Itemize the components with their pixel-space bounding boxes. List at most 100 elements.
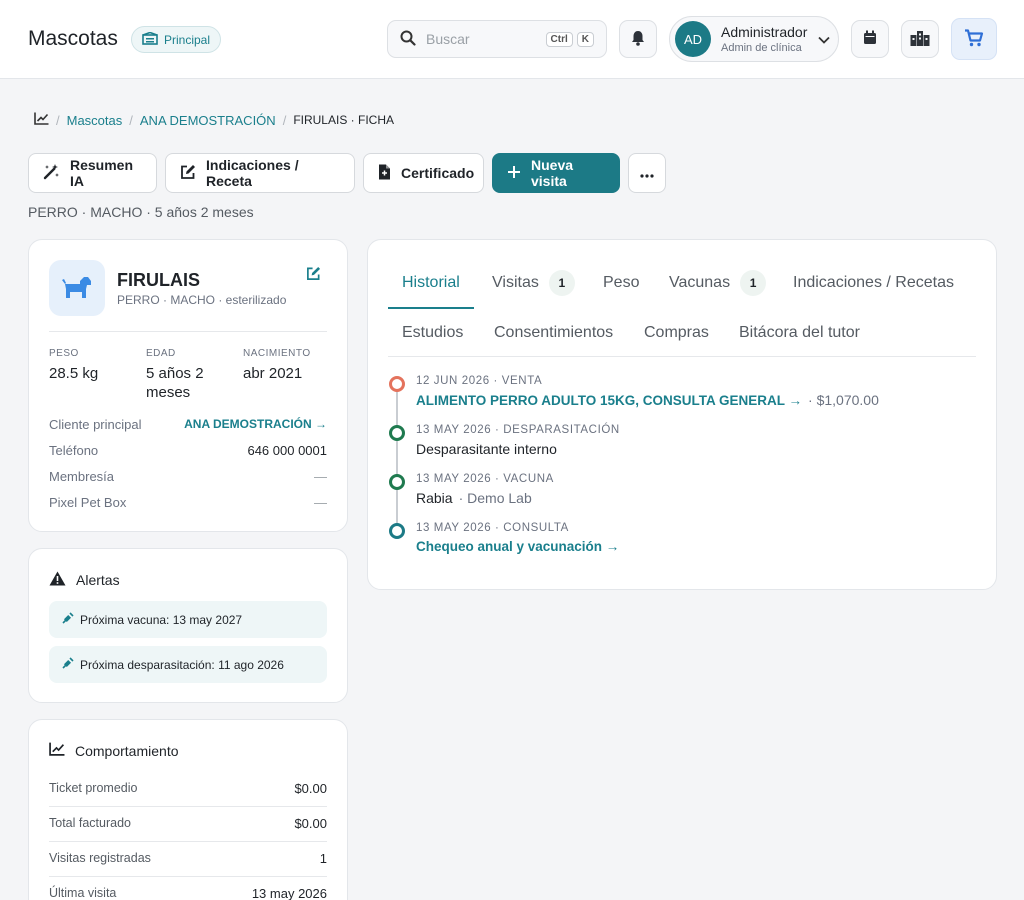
cart-icon — [964, 28, 984, 50]
detail-key: Membresía — [49, 469, 115, 484]
certificate-button[interactable]: Certificado — [363, 153, 484, 193]
avatar: AD — [675, 21, 711, 57]
edit-icon — [180, 164, 196, 183]
dog-icon — [62, 274, 92, 303]
age-label: EDAD — [146, 348, 176, 359]
search-input[interactable] — [426, 31, 526, 47]
branch-badge-label: Principal — [164, 32, 211, 47]
search-shortcut: Ctrl K — [545, 31, 594, 47]
search-icon — [400, 30, 416, 49]
tab-count-badge: 1 — [548, 270, 575, 296]
metric-value: 1 — [319, 851, 327, 866]
detail-value: 646 000 0001 — [247, 443, 327, 458]
notifications-button[interactable] — [619, 20, 657, 58]
warning-icon — [49, 571, 66, 589]
timeline-dot — [389, 376, 405, 392]
breadcrumb-separator: / — [129, 112, 133, 128]
plus-icon — [507, 165, 521, 182]
breadcrumb-separator: / — [56, 112, 60, 128]
tab-label: Visitas — [492, 274, 539, 291]
app-title: Mascotas — [28, 27, 118, 50]
breadcrumb-separator: / — [282, 112, 287, 128]
alerts-title: Alertas — [49, 571, 120, 589]
timeline-link[interactable]: ALIMENTO PERRO ADULTO 15KG, CONSULTA GEN… — [416, 393, 802, 408]
metric-row: Última visita 13 may 2026 — [49, 886, 327, 900]
building-icon — [142, 31, 158, 48]
behavior-card: Comportamiento Ticket promedio $0.00 Tot… — [28, 719, 348, 900]
detail-row-client: Cliente principal ANA DEMOSTRACIÓN → — [49, 417, 327, 432]
edit-pet-icon[interactable] — [306, 266, 321, 284]
magic-wand-icon — [43, 163, 60, 183]
pet-subtitle: PERRO · MACHO · 5 años 2 meses — [28, 204, 254, 220]
detail-value: — — [314, 469, 327, 484]
tab-compras[interactable]: Compras — [644, 324, 709, 342]
detail-key: Cliente principal — [49, 417, 142, 432]
timeline-dot — [389, 523, 405, 539]
tab-label: Vacunas — [669, 274, 731, 291]
detail-value: — — [314, 495, 327, 510]
timeline-extra: · Demo Lab — [458, 490, 532, 506]
divider — [49, 806, 327, 807]
age-value: 5 años 2 meses — [146, 365, 204, 401]
summary-ai-button[interactable]: Resumen IA — [28, 153, 157, 193]
tab-consentimientos[interactable]: Consentimientos — [494, 324, 613, 342]
branch-badge[interactable]: Principal — [131, 26, 222, 53]
kbd-ctrl: Ctrl — [545, 31, 573, 47]
breadcrumb-client[interactable]: ANA DEMOSTRACIÓN — [140, 113, 276, 128]
pet-card: FIRULAIS PERRO · MACHO · esterilizado PE… — [28, 239, 348, 532]
prescription-button[interactable]: Indicaciones / Receta — [165, 153, 355, 193]
alert-item-deworming: Próxima desparasitación: 11 ago 2026 — [49, 646, 327, 683]
timeline-meta: 13 MAY 2026 · DESPARASITACIÓN — [416, 424, 620, 436]
chart-line-icon — [49, 742, 65, 759]
syringe-icon — [62, 612, 74, 627]
timeline-link[interactable]: Chequeo anual y vacunación → — [416, 539, 619, 554]
client-link[interactable]: ANA DEMOSTRACIÓN → — [184, 417, 327, 432]
chevron-down-icon — [818, 32, 830, 47]
detail-key: Pixel Pet Box — [49, 495, 127, 510]
alert-item-vaccine: Próxima vacuna: 13 may 2027 — [49, 601, 327, 638]
cart-button[interactable] — [951, 18, 997, 60]
timeline-dot — [389, 425, 405, 441]
breadcrumb-mascotas[interactable]: Mascotas — [67, 113, 123, 128]
search-box[interactable]: Ctrl K — [387, 20, 607, 58]
timeline-text: Desparasitante interno — [416, 441, 557, 457]
new-visit-label: Nueva visita — [531, 157, 574, 189]
new-visit-button[interactable]: Nueva visita — [492, 153, 620, 193]
metric-row: Visitas registradas 1 — [49, 851, 327, 866]
user-menu[interactable]: AD Administrador Admin de clínica — [669, 16, 839, 62]
birth-label: NACIMIENTO — [243, 348, 311, 359]
timeline-text: Rabia — [416, 490, 453, 506]
buildings-icon — [910, 30, 930, 49]
tab-visitas[interactable]: Visitas 1 — [492, 270, 575, 296]
tab-vacunas[interactable]: Vacunas 1 — [669, 270, 767, 296]
metric-key: Total facturado — [49, 816, 131, 830]
tab-estudios[interactable]: Estudios — [402, 324, 463, 342]
syringe-icon — [62, 657, 74, 672]
user-name: Administrador — [721, 24, 808, 40]
tab-count-badge: 1 — [740, 270, 767, 296]
clinics-button[interactable] — [901, 20, 939, 58]
breadcrumb-current: FIRULAIS · FICHA — [293, 113, 394, 127]
divider — [49, 841, 327, 842]
top-bar: Mascotas Principal Ctrl K AD Administrad… — [0, 0, 1024, 79]
metric-row: Ticket promedio $0.00 — [49, 781, 327, 796]
metric-key: Última visita — [49, 886, 117, 900]
summary-ai-label: Resumen IA — [70, 157, 134, 189]
timeline-line — [396, 386, 398, 536]
metric-key: Visitas registradas — [49, 851, 151, 865]
detail-row-petbox: Pixel Pet Box — — [49, 495, 327, 510]
tab-indicaciones[interactable]: Indicaciones / Recetas — [793, 274, 954, 292]
calendar-button[interactable] — [851, 20, 889, 58]
metric-key: Ticket promedio — [49, 781, 138, 795]
tab-historial[interactable]: Historial — [402, 274, 460, 292]
calendar-icon — [863, 30, 877, 48]
alert-text: Próxima desparasitación: 11 ago 2026 — [80, 657, 284, 672]
timeline-meta: 12 JUN 2026 · VENTA — [416, 375, 543, 387]
tab-peso[interactable]: Peso — [603, 274, 639, 292]
chart-line-icon[interactable] — [34, 112, 49, 128]
tab-bitacora[interactable]: Bitácora del tutor — [739, 324, 860, 342]
more-button[interactable] — [628, 153, 666, 193]
timeline-extra: · $1,070.00 — [808, 392, 879, 408]
tab-active-indicator — [388, 307, 474, 309]
weight-value: 28.5 kg — [49, 365, 99, 382]
